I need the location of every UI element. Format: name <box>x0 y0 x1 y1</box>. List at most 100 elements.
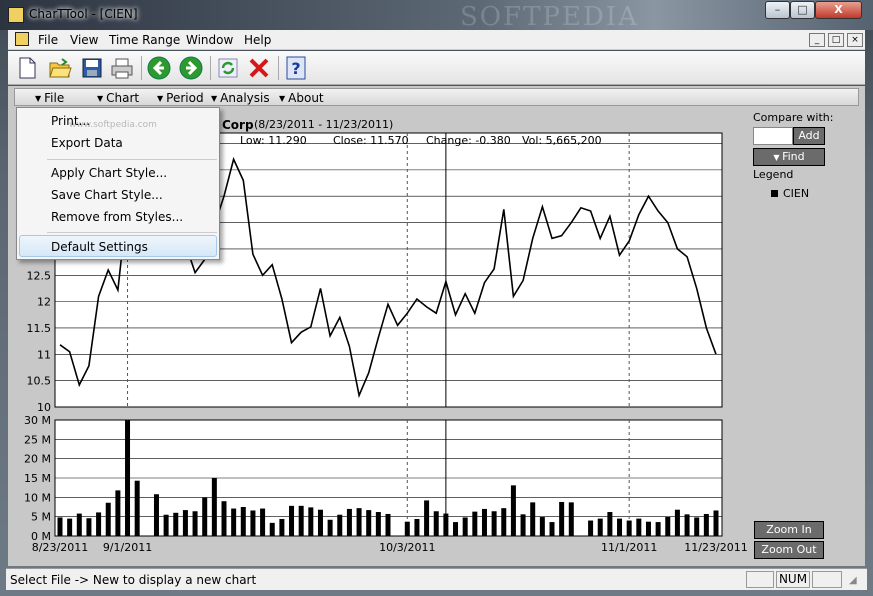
volume-bar <box>269 522 275 536</box>
volume-bar <box>96 512 102 536</box>
menu-item-export-data[interactable]: Export Data <box>51 136 123 150</box>
volume-bar <box>317 509 323 536</box>
volume-bar <box>674 509 680 536</box>
volume-bar <box>211 478 217 536</box>
legend-label: Legend <box>753 168 794 181</box>
volume-tick-label: 10 M <box>24 491 51 504</box>
volume-bar <box>510 485 516 536</box>
volume-bar <box>684 514 690 536</box>
volume-bar <box>501 508 507 536</box>
menu-separator <box>47 159 217 160</box>
volume-bar <box>76 513 82 536</box>
volume-bar <box>703 513 709 536</box>
volume-bar <box>260 508 266 536</box>
volume-tick-label: 30 M <box>24 414 51 427</box>
volume-bar <box>308 507 314 536</box>
price-tick-label: 10.5 <box>27 375 52 388</box>
legend-swatch-icon <box>771 190 778 197</box>
volume-bar <box>462 517 468 536</box>
status-panel <box>812 571 842 588</box>
volume-tick-label: 25 M <box>24 433 51 446</box>
volume-bar <box>443 513 449 536</box>
volume-bar <box>539 517 545 536</box>
price-tick-label: 10 <box>37 401 51 414</box>
date-tick-label: 10/3/2011 <box>379 541 435 554</box>
volume-bar <box>115 490 121 536</box>
volume-bar <box>221 501 227 536</box>
compare-panel: Compare with: Add ▼ Find Legend CIEN <box>748 110 858 410</box>
volume-bar <box>356 508 362 536</box>
volume-bar <box>530 502 536 536</box>
volume-bar <box>520 514 526 536</box>
volume-bar <box>433 511 439 536</box>
volume-bar <box>202 497 208 536</box>
dropdown-arrow-icon: ▼ <box>773 153 783 162</box>
menu-item-print[interactable]: Print... <box>51 114 90 128</box>
date-tick-label: 11/23/2011 <box>684 541 747 554</box>
file-dropdown-menu: www.softpedia.com Print... Export Data A… <box>16 107 220 260</box>
change-value: Change: -0.380 <box>426 134 511 147</box>
volume-bar <box>472 511 478 536</box>
app-window: CharTTool - [CIEN] SOFTPEDIA – □ X File … <box>0 0 873 596</box>
volume-bar <box>713 510 719 536</box>
menu-item-default-settings[interactable]: Default Settings <box>51 240 148 254</box>
price-tick-label: 11.5 <box>27 322 52 335</box>
volume-bar <box>134 480 140 536</box>
volume-tick-label: 5 M <box>31 511 51 524</box>
num-lock-indicator: NUM <box>776 571 810 588</box>
menu-item-remove-style[interactable]: Remove from Styles... <box>51 210 183 224</box>
legend-item: CIEN <box>783 187 810 200</box>
find-label: Find <box>782 150 805 163</box>
date-range: (8/23/2011 - 11/23/2011) <box>254 118 394 131</box>
volume-bar <box>645 521 651 536</box>
volume-bar <box>67 518 73 536</box>
menu-separator <box>47 232 217 233</box>
volume-bar <box>86 518 92 536</box>
date-tick-label: 9/1/2011 <box>103 541 152 554</box>
volume-bar <box>414 518 420 536</box>
menu-item-apply-style[interactable]: Apply Chart Style... <box>51 166 167 180</box>
volume-bar <box>153 494 159 536</box>
volume-bar <box>327 519 333 536</box>
low-value: Low: 11.290 <box>240 134 307 147</box>
volume-bar <box>105 502 111 536</box>
volume-bar <box>240 507 246 536</box>
volume-bar <box>182 510 188 536</box>
volume-bar <box>375 512 381 536</box>
menu-item-save-style[interactable]: Save Chart Style... <box>51 188 163 202</box>
volume-value: Vol: 5,665,200 <box>522 134 602 147</box>
price-tick-label: 12.5 <box>27 269 52 282</box>
find-button[interactable]: ▼ Find <box>753 148 825 166</box>
date-tick-label: 8/23/2011 <box>32 541 88 554</box>
volume-bar <box>491 511 497 536</box>
add-button[interactable]: Add <box>793 127 825 145</box>
volume-bar <box>636 518 642 536</box>
resize-grip-icon[interactable]: ◢ <box>849 575 857 586</box>
volume-bar <box>163 514 169 536</box>
volume-bar <box>424 500 430 536</box>
volume-bar <box>568 502 574 536</box>
date-tick-label: 11/1/2011 <box>601 541 657 554</box>
volume-bar <box>231 508 237 536</box>
volume-bar <box>588 520 594 536</box>
volume-bar <box>289 505 295 536</box>
status-panel <box>746 571 774 588</box>
volume-bar <box>607 512 613 536</box>
volume-bar <box>655 522 661 536</box>
volume-bar <box>57 517 63 536</box>
volume-bar <box>385 513 391 536</box>
volume-tick-label: 15 M <box>24 472 51 485</box>
volume-bar <box>298 505 304 536</box>
stock-chart[interactable]: 1010.51111.51212.50 M5 M10 M15 M20 M25 M… <box>0 0 873 596</box>
volume-bar <box>481 508 487 536</box>
compare-label: Compare with: <box>753 111 834 124</box>
zoom-in-button[interactable]: Zoom In <box>754 521 824 539</box>
volume-tick-label: 20 M <box>24 453 51 466</box>
compare-input[interactable] <box>753 127 793 145</box>
volume-bar <box>694 517 700 536</box>
volume-bar <box>250 510 256 536</box>
volume-bar <box>617 518 623 536</box>
status-bar: Select File -> New to display a new char… <box>6 568 867 590</box>
zoom-out-button[interactable]: Zoom Out <box>754 541 824 559</box>
price-tick-label: 11 <box>37 348 51 361</box>
